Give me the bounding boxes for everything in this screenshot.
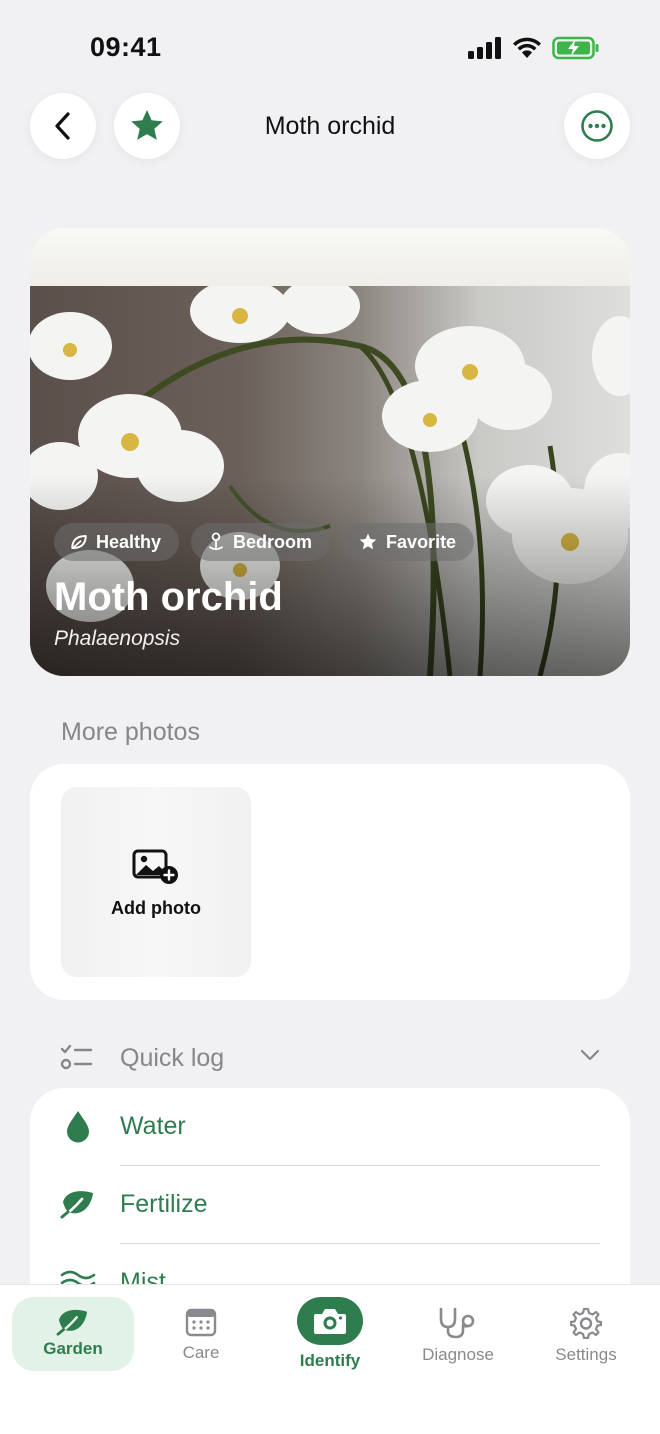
tab-diagnose[interactable]: Diagnose <box>408 1297 508 1373</box>
stethoscope-icon <box>439 1307 475 1339</box>
add-photo-icon <box>132 849 178 884</box>
gear-icon <box>570 1307 602 1339</box>
status-time: 09:41 <box>90 32 162 62</box>
cellular-signal-icon <box>468 37 501 59</box>
wifi-icon <box>513 37 541 58</box>
add-photo-button[interactable]: Add photo <box>61 787 251 977</box>
tag-healthy[interactable]: Healthy <box>54 523 180 561</box>
status-icons <box>468 36 600 60</box>
star-icon <box>359 533 377 550</box>
leaf-icon <box>60 1186 96 1222</box>
more-options-button[interactable] <box>564 93 630 159</box>
plant-scientific-name: Phalaenopsis <box>54 627 181 650</box>
tab-settings[interactable]: Settings <box>536 1297 636 1373</box>
tag-label: Favorite <box>386 531 457 552</box>
quick-log-label: Water <box>120 1112 186 1140</box>
checklist-icon <box>60 1044 93 1070</box>
identify-camera-button[interactable] <box>297 1297 363 1345</box>
quick-log-title: Quick log <box>120 1043 225 1072</box>
battery-charging-icon <box>552 36 599 60</box>
chevron-down-icon[interactable] <box>580 1048 600 1062</box>
plant-tags: Healthy Bedroom Favorite <box>54 523 475 561</box>
quick-log-header[interactable]: Quick log <box>60 1036 600 1080</box>
tag-label: Healthy <box>96 531 162 552</box>
more-photos-card: Add photo <box>30 764 630 1000</box>
tab-care[interactable]: Care <box>150 1297 252 1373</box>
calendar-icon <box>185 1308 217 1337</box>
tag-bedroom[interactable]: Bedroom <box>191 523 331 561</box>
water-drop-icon <box>60 1108 96 1144</box>
plant-name: Moth orchid <box>54 575 283 619</box>
status-bar: 09:41 <box>0 0 660 90</box>
tab-label: Settings <box>555 1345 617 1364</box>
quick-log-fertilize[interactable]: Fertilize <box>30 1166 630 1244</box>
tag-favorite[interactable]: Favorite <box>342 523 475 561</box>
tab-identify[interactable]: Identify <box>280 1297 380 1373</box>
ellipsis-circle-icon <box>581 110 613 142</box>
leaf-icon <box>56 1309 88 1336</box>
quick-log-label: Fertilize <box>120 1190 208 1218</box>
tag-label: Bedroom <box>233 531 313 552</box>
add-photo-label: Add photo <box>111 897 201 918</box>
camera-icon <box>314 1309 346 1334</box>
tab-label: Diagnose <box>422 1345 494 1364</box>
page-title: Moth orchid <box>264 112 396 140</box>
hero-top-strip <box>30 228 630 286</box>
tab-label: Identify <box>299 1351 361 1370</box>
tab-garden[interactable]: Garden <box>12 1297 134 1371</box>
location-pin-icon <box>209 532 223 551</box>
tab-label: Garden <box>43 1339 103 1358</box>
tab-bar: Garden Care Identify Diagnose Settings <box>0 1284 660 1434</box>
leaf-icon <box>71 535 87 549</box>
plant-hero-card[interactable]: Healthy Bedroom Favorite Moth orchid Pha… <box>30 228 630 676</box>
quick-log-water[interactable]: Water <box>30 1088 630 1166</box>
more-photos-heading: More photos <box>61 718 200 746</box>
tab-label: Care <box>182 1343 220 1362</box>
